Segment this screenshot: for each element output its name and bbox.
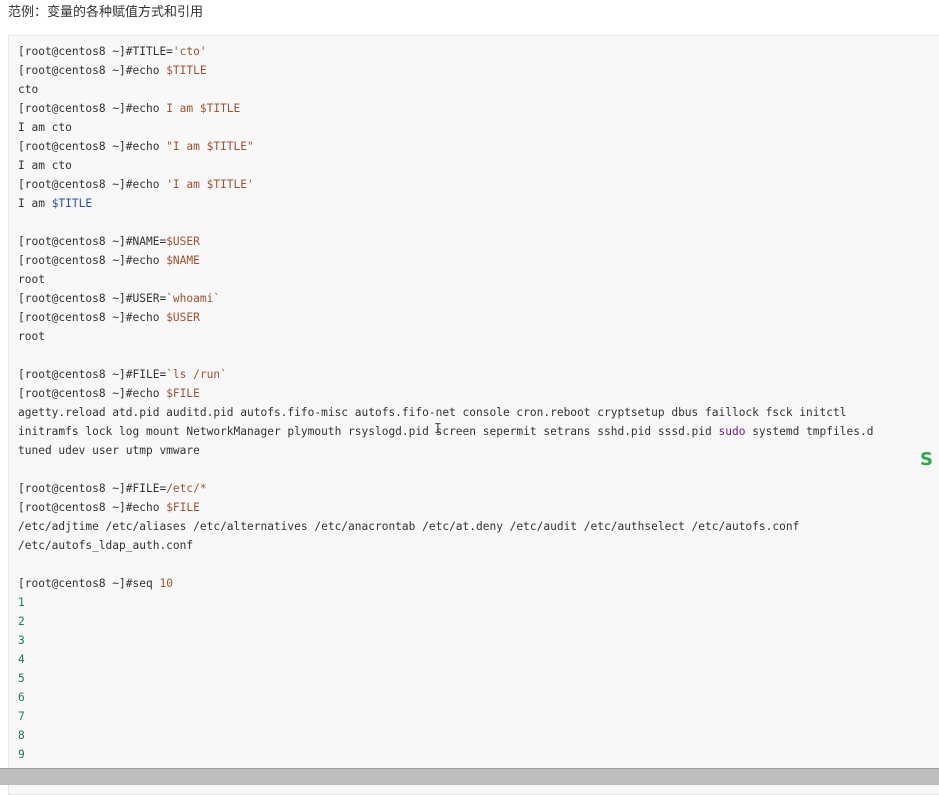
code-token: [root@centos8 ~]#NAME=	[18, 235, 167, 248]
code-line: 3	[18, 631, 873, 650]
code-line: I am cto	[18, 118, 873, 137]
code-token: `whoami`	[166, 292, 221, 305]
code-token: tuned udev user utmp vmware	[18, 444, 200, 457]
code-line: tuned udev user utmp vmware	[18, 441, 873, 460]
code-line: [root@centos8 ~]#echo I am $TITLE	[18, 99, 873, 118]
horizontal-scrollbar[interactable]	[0, 768, 939, 785]
code-line: 9	[18, 745, 873, 764]
code-token: [root@centos8 ~]#echo	[18, 140, 167, 153]
code-token: 6	[18, 691, 25, 704]
code-line: 8	[18, 726, 873, 745]
code-line: I am cto	[18, 156, 873, 175]
code-token: /etc/autofs_ldap_auth.conf	[18, 539, 194, 552]
code-token: [root@centos8 ~]#FILE=	[18, 482, 167, 495]
code-line: [root@centos8 ~]#FILE=/etc/*	[18, 479, 873, 498]
code-token: 'cto'	[172, 45, 207, 58]
code-token: [root@centos8 ~]#echo	[18, 311, 167, 324]
code-token: agetty.reload atd.pid auditd.pid autofs.…	[18, 406, 847, 419]
code-line: root	[18, 327, 873, 346]
code-line: 5	[18, 669, 873, 688]
code-token: 5	[18, 672, 25, 685]
code-token: 1	[18, 596, 25, 609]
code-line: [root@centos8 ~]#echo $FILE	[18, 384, 873, 403]
code-line: 7	[18, 707, 873, 726]
code-line: [root@centos8 ~]#NAME=$USER	[18, 232, 873, 251]
code-token: 2	[18, 615, 25, 628]
code-token: [root@centos8 ~]#echo	[18, 254, 167, 267]
code-token: $TITLE	[51, 197, 93, 210]
code-token: /etc/*	[166, 482, 207, 495]
code-line: [root@centos8 ~]#seq 10	[18, 574, 873, 593]
code-listing: [root@centos8 ~]#TITLE='cto' [root@centos…	[18, 42, 873, 783]
code-line: I am $TITLE	[18, 194, 873, 213]
code-token: I am	[18, 197, 52, 210]
code-line: [root@centos8 ~]#USER=`whoami`	[18, 289, 873, 308]
code-line: /etc/autofs_ldap_auth.conf	[18, 536, 873, 555]
code-line: [root@centos8 ~]#echo $FILE	[18, 498, 873, 517]
code-token: [root@centos8 ~]#seq	[18, 577, 160, 590]
code-token: I am cto	[18, 159, 72, 172]
code-line: initramfs lock log mount NetworkManager …	[18, 422, 873, 441]
code-line: [root@centos8 ~]#TITLE='cto'	[18, 42, 873, 61]
sogou-ime-icon[interactable]: S	[920, 450, 939, 470]
code-line: [root@centos8 ~]#echo 'I am $TITLE'	[18, 175, 873, 194]
code-token: [root@centos8 ~]#TITLE=	[18, 45, 173, 58]
code-token: 9	[18, 748, 25, 761]
code-token: [root@centos8 ~]#echo	[18, 178, 167, 191]
code-line: [root@centos8 ~]#echo $USER	[18, 308, 873, 327]
code-token: 'I am $TITLE'	[166, 178, 254, 191]
code-token: 3	[18, 634, 25, 647]
code-token: `ls /run`	[166, 368, 227, 381]
code-token: [root@centos8 ~]#echo	[18, 501, 167, 514]
code-token: systemd tmpfiles.d	[745, 425, 874, 438]
code-line: /etc/adjtime /etc/aliases /etc/alternati…	[18, 517, 873, 536]
code-token: 8	[18, 729, 25, 742]
code-token: I am $TITLE	[166, 102, 241, 115]
code-token: [root@centos8 ~]#USER=	[18, 292, 167, 305]
code-token: /etc/adjtime /etc/aliases /etc/alternati…	[18, 520, 800, 533]
code-token: [root@centos8 ~]#echo	[18, 64, 167, 77]
code-token: sudo	[718, 425, 746, 438]
code-token: cto	[18, 83, 39, 96]
code-line: root	[18, 270, 873, 289]
code-token: 10	[159, 577, 173, 590]
code-token: root	[18, 330, 45, 343]
code-line: 2	[18, 612, 873, 631]
code-token: [root@centos8 ~]#FILE=	[18, 368, 167, 381]
code-line: 1	[18, 593, 873, 612]
code-token: $FILE	[166, 387, 200, 400]
code-token: I am cto	[18, 121, 72, 134]
code-line: 6	[18, 688, 873, 707]
code-token: 4	[18, 653, 25, 666]
code-line: [root@centos8 ~]#FILE=`ls /run`	[18, 365, 873, 384]
text-cursor-icon: I	[434, 423, 442, 437]
code-token: 7	[18, 710, 25, 723]
code-token: $TITLE	[166, 64, 207, 77]
code-token: initramfs lock log mount NetworkManager …	[18, 425, 719, 438]
code-line: cto	[18, 80, 873, 99]
code-token: [root@centos8 ~]#echo	[18, 387, 167, 400]
code-line: [root@centos8 ~]#echo "I am $TITLE"	[18, 137, 873, 156]
code-line: [root@centos8 ~]#echo $NAME	[18, 251, 873, 270]
code-token: $USER	[166, 311, 200, 324]
code-token: root	[18, 273, 45, 286]
code-token: $NAME	[166, 254, 200, 267]
code-line: 4	[18, 650, 873, 669]
code-token: $FILE	[166, 501, 200, 514]
code-line: [root@centos8 ~]#echo $TITLE	[18, 61, 873, 80]
code-line: agetty.reload atd.pid auditd.pid autofs.…	[18, 403, 873, 422]
code-token: $USER	[166, 235, 200, 248]
code-token: "I am $TITLE"	[166, 140, 254, 153]
code-token: [root@centos8 ~]#echo	[18, 102, 167, 115]
example-heading: 范例：变量的各种赋值方式和引用	[8, 5, 204, 20]
